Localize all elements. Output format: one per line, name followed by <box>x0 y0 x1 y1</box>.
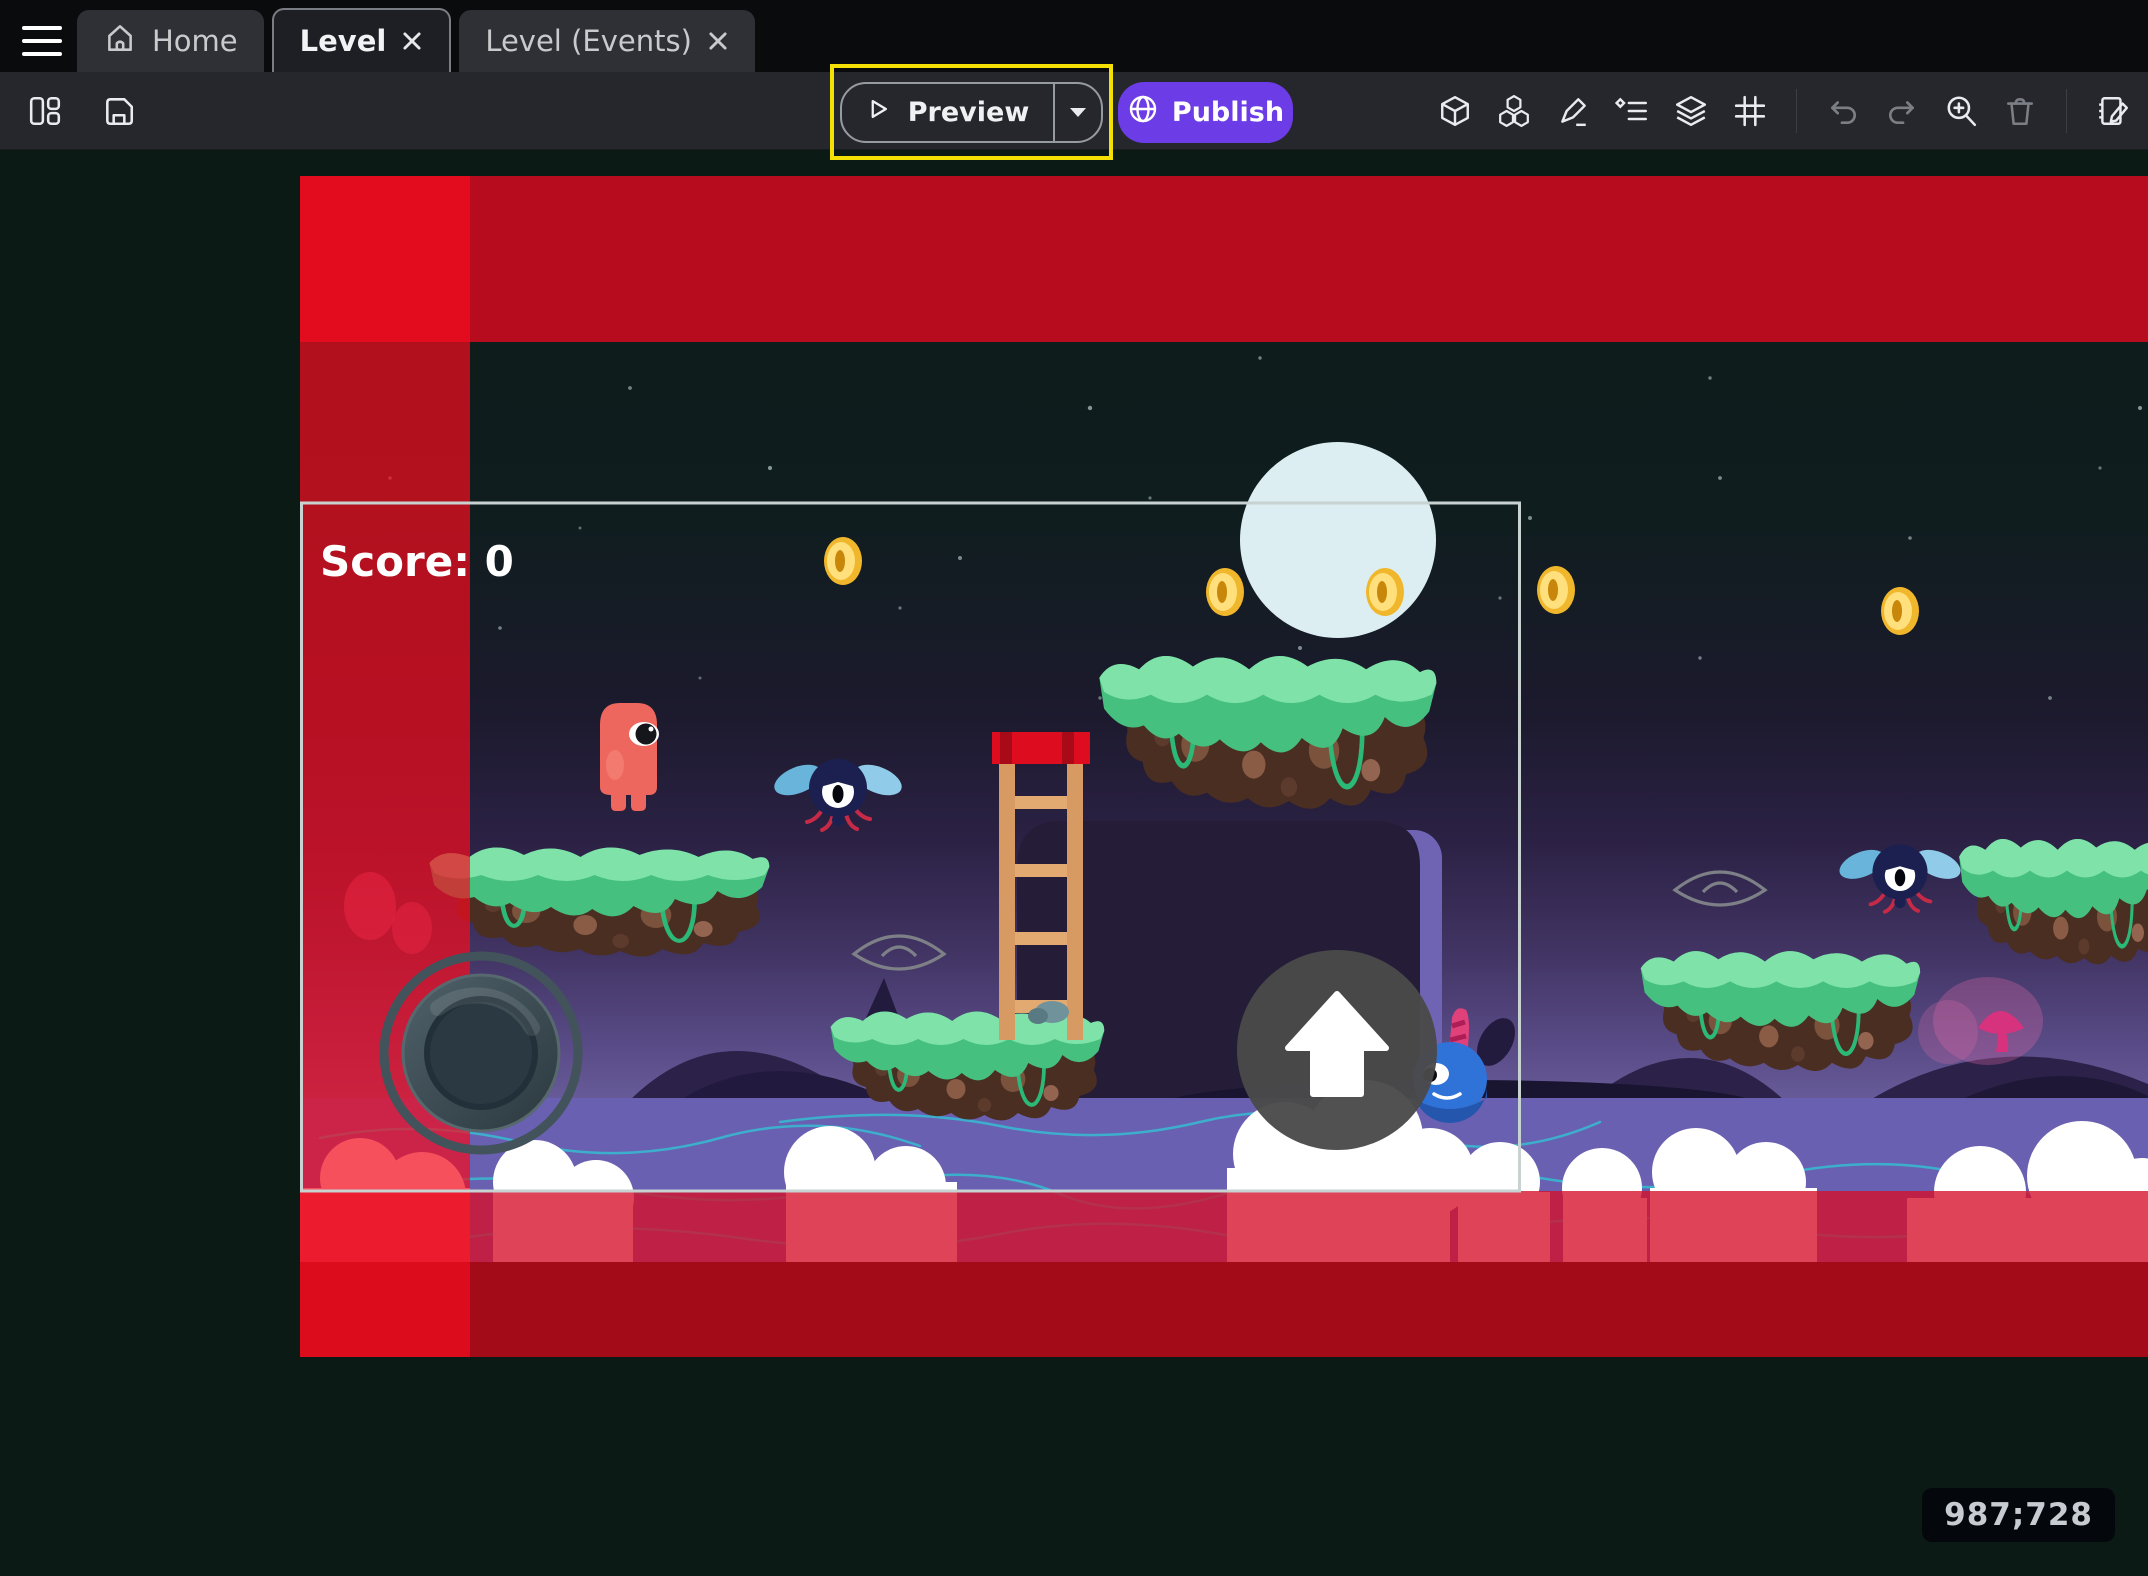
cursor-coordinates-badge: 987;728 <box>1922 1488 2115 1542</box>
coin[interactable] <box>1206 568 1244 616</box>
score-text: Score: 0 <box>320 537 514 586</box>
preview-button[interactable]: Preview <box>840 82 1104 143</box>
tab-label: Level (Events) <box>485 24 692 58</box>
toolbar-divider <box>1796 89 1797 133</box>
scene-canvas[interactable]: Score: 0 987;728 <box>0 150 2148 1576</box>
coin[interactable] <box>1881 587 1919 635</box>
instances-list-icon[interactable] <box>1613 92 1651 130</box>
player-character[interactable] <box>600 703 659 811</box>
virtual-joystick[interactable] <box>384 956 578 1150</box>
preview-highlight-box: Preview <box>830 64 1113 160</box>
chevron-down-icon <box>1069 103 1087 122</box>
events-sheet-icon[interactable] <box>2094 92 2132 130</box>
close-icon[interactable] <box>401 30 423 52</box>
tab-level-events[interactable]: Level (Events) <box>459 10 755 72</box>
preview-label: Preview <box>908 97 1030 128</box>
publish-button[interactable]: Publish <box>1118 82 1293 143</box>
redo-icon[interactable] <box>1883 92 1921 130</box>
menu-hamburger-icon[interactable] <box>22 26 62 56</box>
main-toolbar: Preview Publish <box>0 72 2148 150</box>
undo-icon[interactable] <box>1824 92 1862 130</box>
layout-panels-icon[interactable] <box>26 92 64 130</box>
red-zone-bottom-solid[interactable] <box>300 1262 2148 1357</box>
tab-level[interactable]: Level <box>272 8 452 72</box>
layers-icon[interactable] <box>1672 92 1710 130</box>
trash-icon[interactable] <box>2001 92 2039 130</box>
tab-label: Level <box>300 24 387 58</box>
tab-label: Home <box>152 24 238 58</box>
game-editor-window: Home Level Level (Events) <box>0 0 2148 1576</box>
level-scene: Score: 0 <box>300 176 2148 1357</box>
tab-bar: Home Level Level (Events) <box>0 0 2148 72</box>
red-zone-stripe[interactable] <box>300 176 470 1357</box>
coin[interactable] <box>1537 566 1575 614</box>
globe-icon <box>1127 93 1159 132</box>
home-icon <box>103 21 137 62</box>
jump-button[interactable] <box>1237 950 1437 1150</box>
tab-home[interactable]: Home <box>77 10 264 72</box>
objects-cubes-icon[interactable] <box>1495 92 1533 130</box>
red-zone-bottom[interactable] <box>300 1191 2148 1262</box>
coin[interactable] <box>1366 568 1404 616</box>
play-icon <box>864 95 892 130</box>
close-icon[interactable] <box>707 30 729 52</box>
save-icon[interactable] <box>100 92 138 130</box>
grid-icon[interactable] <box>1731 92 1769 130</box>
publish-label: Publish <box>1172 97 1284 128</box>
red-zone-top[interactable] <box>300 176 2148 342</box>
preview-dropdown-button[interactable] <box>1053 84 1101 141</box>
coin[interactable] <box>824 537 862 585</box>
toolbar-divider <box>2066 89 2067 133</box>
zoom-in-icon[interactable] <box>1942 92 1980 130</box>
cube-3d-icon[interactable] <box>1436 92 1474 130</box>
moon[interactable] <box>1240 442 1436 638</box>
pencil-edit-icon[interactable] <box>1554 92 1592 130</box>
